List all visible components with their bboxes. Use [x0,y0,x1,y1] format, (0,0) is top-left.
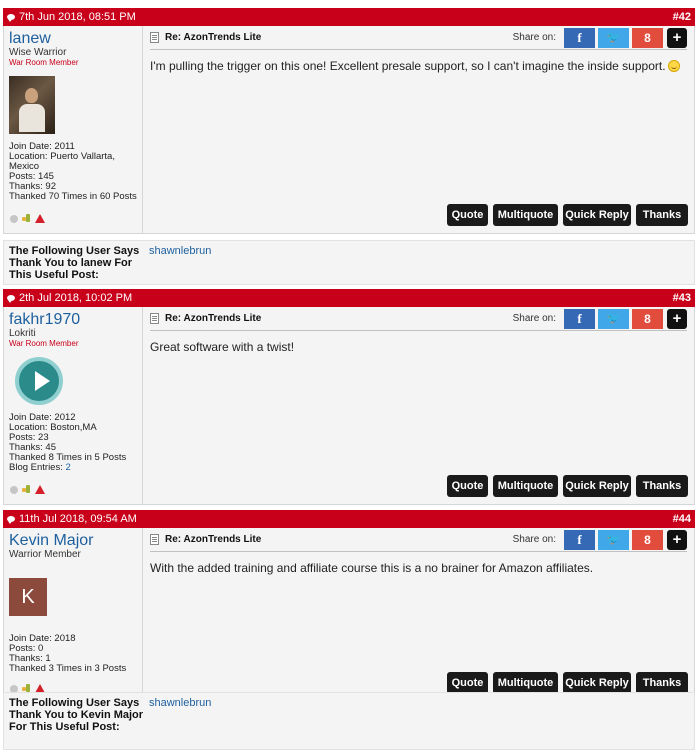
google-plus-share-icon[interactable]: 8 [632,308,663,329]
twitter-share-icon[interactable]: 🐦 [598,308,629,329]
thanks-box: The Following User Says Thank You to lan… [3,240,695,285]
user-info: lanew Wise Warrior War Room Member Join … [4,26,143,233]
post-date: 2th Jul 2018, 10:02 PM [19,292,133,304]
twitter-share-icon[interactable]: 🐦 [598,27,629,48]
offline-status-icon [10,214,18,223]
thanks-button[interactable]: Thanks [636,204,688,226]
post-title: Re: AzonTrends Lite [165,32,262,43]
google-plus-share-icon[interactable]: 8 [632,27,663,48]
post-header: 2th Jul 2018, 10:02 PM #43 [3,289,695,307]
avatar[interactable] [9,76,55,134]
user-info: fakhr1970 Lokriti War Room Member Join D… [4,307,143,504]
play-icon [35,371,50,391]
report-warning-icon[interactable] [35,214,45,223]
reputation-icon [22,214,31,223]
thanks-button[interactable]: Thanks [636,475,688,497]
thanks-user-link[interactable]: shawnlebrun [149,697,211,745]
share-label: Share on: [512,32,556,43]
smiley-icon [667,60,680,72]
report-warning-icon[interactable] [35,485,45,494]
username[interactable]: fakhr1970 [9,311,137,328]
thanks-user-link[interactable]: shawnlebrun [149,245,211,280]
post-number[interactable]: #42 [673,11,691,23]
quote-button[interactable]: Quote [447,475,488,497]
google-plus-share-icon[interactable]: 8 [632,529,663,550]
post-date: 7th Jun 2018, 08:51 PM [19,11,136,23]
thanks-label: The Following User Says Thank You to Kev… [9,697,144,733]
user-title: Warrior Member [9,549,81,560]
post-number[interactable]: #43 [673,292,691,304]
message-area: Re: AzonTrends Lite Share on: f 🐦 8 + Gr… [143,307,694,504]
user-rank: War Room Member [9,58,79,67]
comment-bubble-icon [7,516,15,524]
user-stats: Join Date: 2018 Posts: 0 Thanks: 1 Thank… [9,633,127,674]
post-message: I'm pulling the trigger on this one! Exc… [147,50,690,73]
blog-entries-link[interactable]: 2 [66,462,71,473]
more-share-icon[interactable]: + [667,529,687,550]
thanks-box: The Following User Says Thank You to Kev… [3,692,695,750]
comment-bubble-icon [7,295,15,303]
user-info: Kevin Major Warrior Member K Join Date: … [4,528,143,702]
thanks-label: The Following User Says Thank You to lan… [9,245,140,281]
user-rank: War Room Member [9,339,79,348]
user-title: Lokriti [9,328,36,339]
thanks-button[interactable]: Thanks [636,672,688,694]
more-share-icon[interactable]: + [667,27,687,48]
post-title: Re: AzonTrends Lite [165,313,262,324]
post-message: With the added training and affiliate co… [150,561,594,575]
post-date: 11th Jul 2018, 09:54 AM [19,513,137,525]
share-label: Share on: [512,313,556,324]
quote-button[interactable]: Quote [447,672,488,694]
multiquote-button[interactable]: Multiquote [493,672,558,694]
comment-bubble-icon [7,14,15,22]
more-share-icon[interactable]: + [667,308,687,329]
share-label: Share on: [512,534,556,545]
username[interactable]: Kevin Major [9,532,137,549]
post-42: 7th Jun 2018, 08:51 PM #42 lanew Wise Wa… [3,8,695,234]
message-area: Re: AzonTrends Lite Share on: f 🐦 8 + I'… [143,26,694,233]
facebook-share-icon[interactable]: f [564,308,595,329]
post-title-icon [150,32,159,43]
post-44: 11th Jul 2018, 09:54 AM #44 Kevin Major … [3,510,695,703]
multiquote-button[interactable]: Multiquote [493,204,558,226]
quick-reply-button[interactable]: Quick Reply [563,672,631,694]
post-title-icon [150,313,159,324]
quick-reply-button[interactable]: Quick Reply [563,204,631,226]
username[interactable]: lanew [9,30,137,47]
message-area: Re: AzonTrends Lite Share on: f 🐦 8 + Wi… [143,528,694,702]
user-stats: Join Date: 2011 Location: Puerto Vallart… [9,141,137,202]
avatar[interactable] [9,357,69,405]
facebook-share-icon[interactable]: f [564,529,595,550]
post-header: 11th Jul 2018, 09:54 AM #44 [3,510,695,528]
avatar[interactable]: K [9,578,47,616]
post-title-icon [150,534,159,545]
post-number[interactable]: #44 [673,513,691,525]
offline-status-icon [10,485,18,494]
user-title: Wise Warrior [9,47,67,58]
post-header: 7th Jun 2018, 08:51 PM #42 [3,8,695,26]
reputation-icon [22,485,31,494]
facebook-share-icon[interactable]: f [564,27,595,48]
post-43: 2th Jul 2018, 10:02 PM #43 fakhr1970 Lok… [3,289,695,505]
post-title: Re: AzonTrends Lite [165,534,262,545]
quick-reply-button[interactable]: Quick Reply [563,475,631,497]
twitter-share-icon[interactable]: 🐦 [598,529,629,550]
quote-button[interactable]: Quote [447,204,488,226]
post-message: Great software with a twist! [150,340,295,354]
user-stats: Join Date: 2012 Location: Boston,MA Post… [9,412,127,473]
multiquote-button[interactable]: Multiquote [493,475,558,497]
